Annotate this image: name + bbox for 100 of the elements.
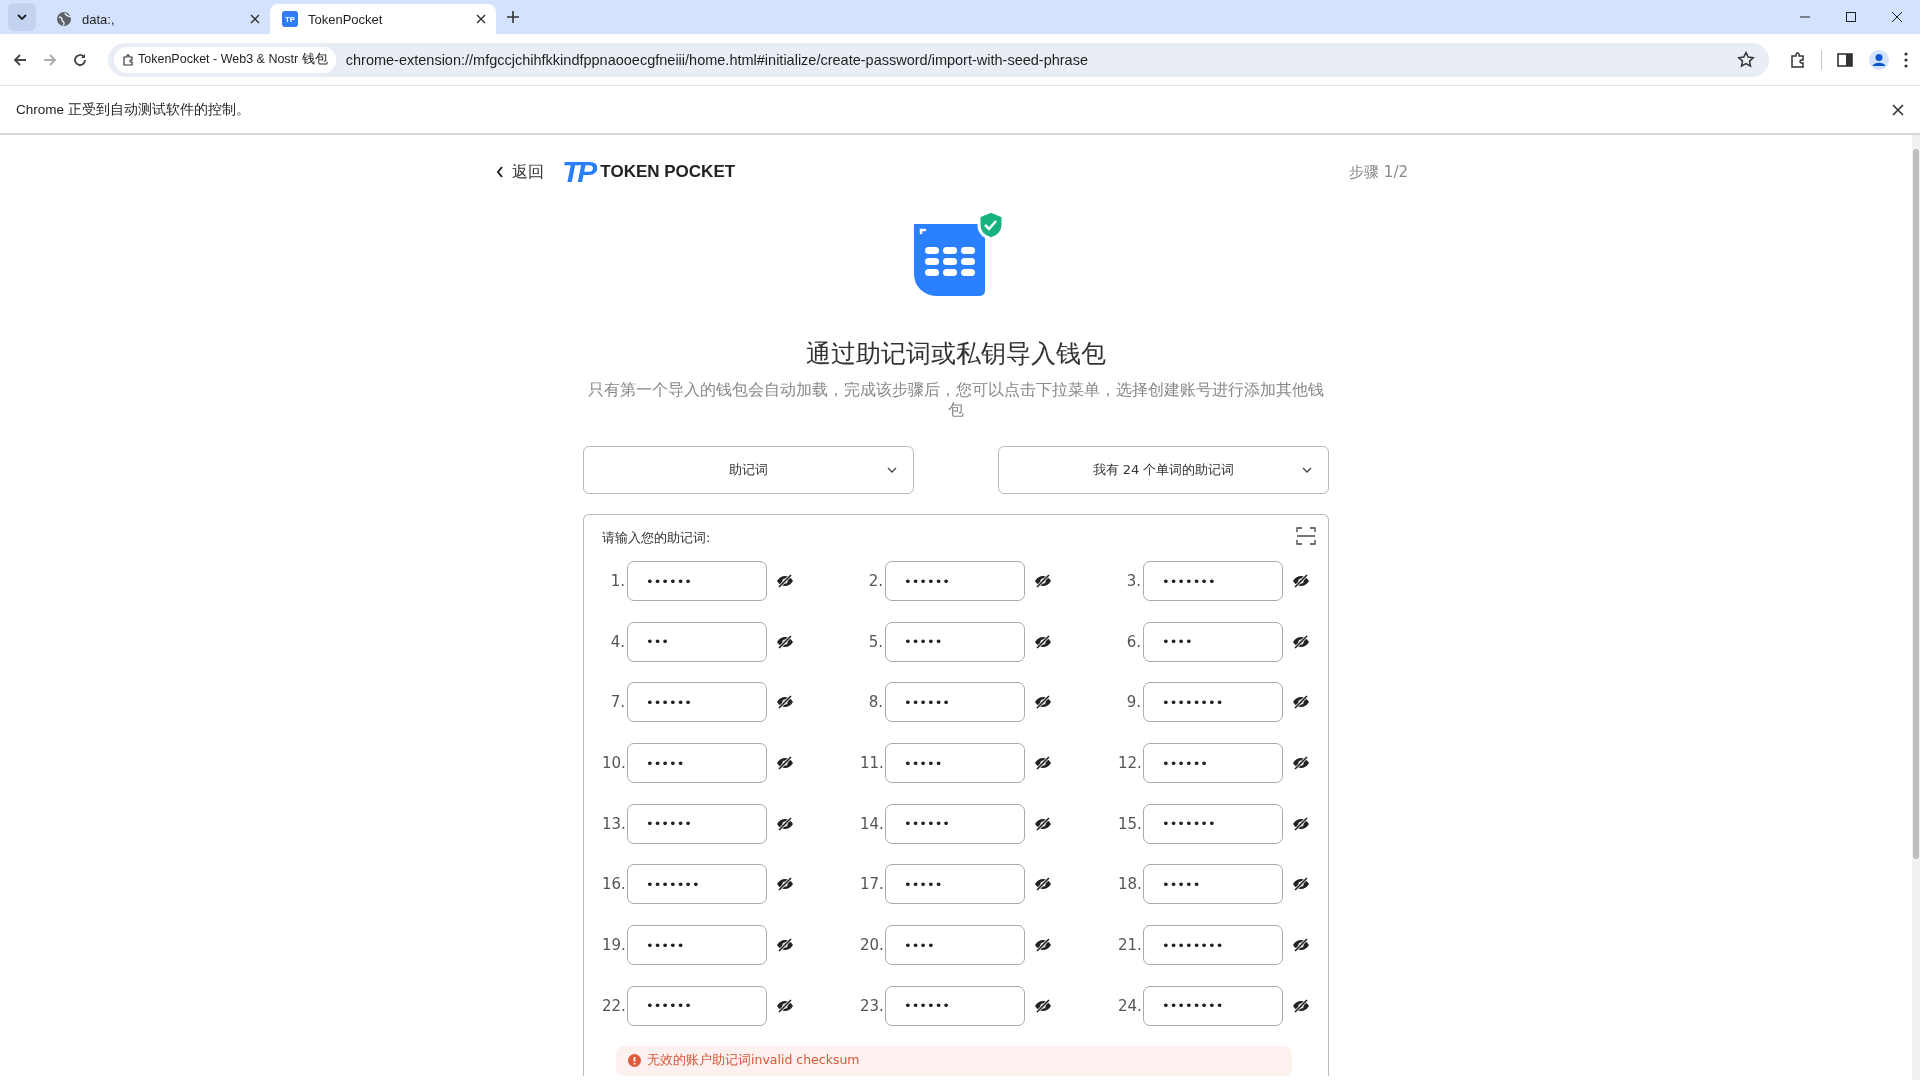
word-number: 15.	[1118, 814, 1143, 833]
globe-icon	[56, 11, 72, 27]
word-field[interactable]: ••••••••	[1143, 925, 1283, 966]
word-number: 7.	[609, 693, 626, 712]
side-panel-icon[interactable]	[1836, 50, 1854, 69]
eye-slash-icon[interactable]	[776, 816, 794, 831]
word-number: 17.	[860, 875, 885, 894]
close-icon[interactable]	[1892, 103, 1904, 116]
eye-slash-icon[interactable]	[776, 634, 794, 649]
eye-slash-icon[interactable]	[1292, 634, 1310, 649]
word-field[interactable]: •••••	[885, 864, 1025, 905]
infobar-message: Chrome 正受到自动测试软件的控制。	[16, 100, 250, 119]
word-field[interactable]: •••••	[627, 925, 767, 966]
word-field[interactable]: ••••••	[885, 561, 1025, 601]
dropdown[interactable]: 我有 24 个单词的助记词	[998, 446, 1329, 494]
word-number: 24.	[1118, 996, 1143, 1015]
alert-icon	[628, 1054, 641, 1068]
eye-slash-icon[interactable]	[1034, 634, 1052, 649]
word-number: 13.	[602, 814, 627, 833]
word-field[interactable]: •••••	[885, 743, 1025, 784]
eye-slash-icon[interactable]	[776, 695, 794, 710]
eye-slash-icon[interactable]	[1034, 998, 1052, 1013]
eye-slash-icon[interactable]	[776, 877, 794, 892]
word-field[interactable]: ••••••	[627, 985, 767, 1026]
word-field[interactable]: •••••	[627, 743, 767, 784]
eye-slash-icon[interactable]	[1034, 877, 1052, 892]
word-number: 5.	[867, 632, 884, 651]
word-field[interactable]: ••••••	[885, 985, 1025, 1026]
word-number: 12.	[1118, 754, 1143, 773]
word-number: 22.	[602, 996, 627, 1015]
eye-slash-icon[interactable]	[776, 756, 794, 771]
word-field[interactable]: ••••••••	[1143, 985, 1283, 1026]
word-number: 18.	[1118, 875, 1143, 894]
dropdown[interactable]: 助记词	[583, 446, 914, 494]
word-number: 21.	[1118, 936, 1143, 955]
eye-slash-icon[interactable]	[1034, 574, 1052, 588]
word-field[interactable]: •••••••	[1143, 561, 1283, 601]
browser-tab[interactable]: data:,	[44, 4, 270, 34]
bookmark-star-icon[interactable]	[1737, 50, 1755, 69]
chevron-down-icon	[1302, 467, 1312, 473]
new-tab-icon[interactable]	[506, 10, 520, 24]
reload-icon[interactable]	[72, 51, 88, 68]
word-field[interactable]: ••••••	[627, 803, 767, 844]
word-field[interactable]: ••••	[1143, 621, 1283, 662]
phrase-label: 请输入您的助记词:	[602, 529, 711, 547]
puzzle-icon	[122, 53, 134, 66]
eye-slash-icon[interactable]	[776, 574, 794, 588]
scrollbar[interactable]	[1912, 135, 1920, 1080]
word-number: 8.	[867, 693, 884, 712]
eye-slash-icon[interactable]	[1292, 816, 1310, 831]
word-field[interactable]: ••••••	[627, 682, 767, 723]
word-field[interactable]: •••••	[885, 621, 1025, 662]
eye-slash-icon[interactable]	[1292, 574, 1310, 588]
scan-icon[interactable]	[1296, 527, 1316, 545]
eye-slash-icon[interactable]	[1292, 877, 1310, 892]
word-field[interactable]: •••••••	[627, 864, 767, 905]
eye-slash-icon[interactable]	[1292, 756, 1310, 771]
profile-icon[interactable]	[1868, 48, 1890, 71]
address-field[interactable]: chrome-extension://mfgccjchihfkkindfppnaooecgfneiii/home.html#initialize/create-password/import-with-seed-phrase	[345, 51, 1727, 68]
word-number: 4.	[609, 632, 626, 651]
site-info-button[interactable]: TokenPocket - Web3 & Nostr 钱包	[114, 46, 336, 73]
word-field[interactable]: •••••	[1143, 864, 1283, 905]
close-icon[interactable]	[476, 14, 486, 24]
eye-slash-icon[interactable]	[776, 938, 794, 953]
eye-slash-icon[interactable]	[1292, 998, 1310, 1013]
step-indicator: 步骤 1/2	[1349, 162, 1408, 182]
back-icon[interactable]	[12, 51, 28, 68]
word-field[interactable]: ••••••••	[1143, 682, 1283, 723]
tab-search-button[interactable]	[8, 3, 36, 31]
extensions-icon[interactable]	[1789, 50, 1807, 69]
word-field[interactable]: ••••••	[885, 682, 1025, 723]
word-field[interactable]: •••••••	[1143, 803, 1283, 844]
eye-slash-icon[interactable]	[1292, 695, 1310, 710]
eye-slash-icon[interactable]	[1292, 938, 1310, 953]
word-number: 23.	[860, 996, 885, 1015]
eye-slash-icon[interactable]	[1034, 756, 1052, 771]
word-number: 2.	[867, 572, 884, 590]
eye-slash-icon[interactable]	[776, 998, 794, 1013]
word-field[interactable]: ••••	[885, 925, 1025, 966]
word-number: 6.	[1125, 632, 1142, 651]
word-field[interactable]: ••••••	[1143, 743, 1283, 784]
word-field[interactable]: ••••••	[885, 803, 1025, 844]
menu-icon[interactable]	[1904, 51, 1908, 68]
close-icon[interactable]	[250, 14, 260, 24]
chevron-left-icon	[496, 166, 504, 178]
back-link[interactable]: 返回	[496, 161, 544, 183]
word-number: 11.	[860, 754, 885, 773]
app-favicon: TP	[282, 11, 298, 27]
word-number: 14.	[860, 814, 885, 833]
word-number: 20.	[860, 936, 885, 955]
browser-tab[interactable]: TP TokenPocket	[270, 4, 496, 34]
eye-slash-icon[interactable]	[1034, 816, 1052, 831]
eye-slash-icon[interactable]	[1034, 695, 1052, 710]
eye-slash-icon[interactable]	[1034, 938, 1052, 953]
logo-mark: TP	[562, 157, 595, 187]
error-message: 无效的账户助记词invalid checksum	[647, 1052, 860, 1070]
word-field[interactable]: ••••••	[627, 561, 767, 601]
word-field[interactable]: •••	[627, 621, 767, 662]
word-number: 3.	[1125, 572, 1142, 590]
logo-text: TOKEN POCKET	[600, 162, 736, 182]
